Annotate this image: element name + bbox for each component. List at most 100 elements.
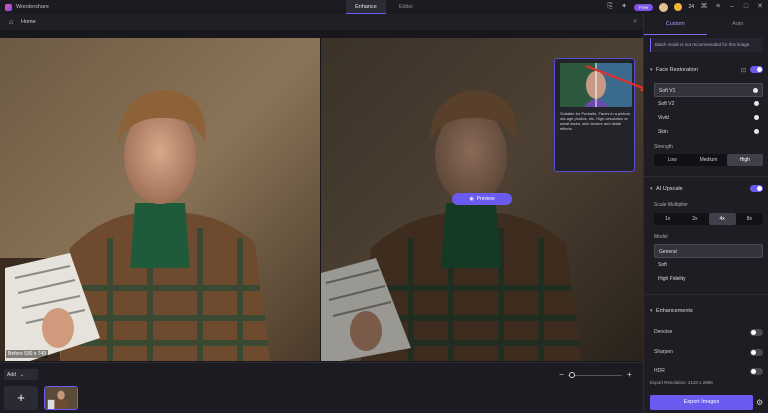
breadcrumb-bar: ⌂ Home ⌕: [0, 14, 643, 30]
hdr-label: HDR: [654, 368, 665, 374]
upscale-model-option[interactable]: High Fidelity: [654, 272, 763, 286]
upscale-model-option[interactable]: General: [654, 244, 763, 258]
face-restoration-title: Face Restoration: [656, 67, 698, 73]
export-resolution: Export Resolution: 2120 x 2996: [650, 380, 713, 385]
gift-icon[interactable]: ✦: [620, 3, 628, 11]
hdr-row: HDR: [654, 368, 763, 376]
tab-auto[interactable]: Auto: [707, 14, 768, 35]
zoom-slider-handle[interactable]: [569, 372, 575, 378]
scale-option[interactable]: 1x: [654, 213, 681, 225]
tooltip-description: Suitable for Portraits, Faces in a pictu…: [560, 111, 632, 131]
portrait-before-graphic: [0, 38, 320, 361]
tab-custom[interactable]: Custom: [644, 14, 707, 35]
face-model-option[interactable]: Soft V1: [654, 83, 763, 97]
scale-option[interactable]: 2x: [681, 213, 708, 225]
add-image-button[interactable]: +: [4, 386, 38, 410]
close-icon[interactable]: ✕: [756, 3, 764, 11]
app-name: Wondershare: [16, 4, 49, 10]
add-dropdown[interactable]: Add ⌄: [4, 369, 38, 380]
ai-upscale-header[interactable]: ▾ AI Upscale: [650, 184, 763, 194]
model-label: Model: [654, 234, 668, 240]
strength-selector: Low Medium High: [654, 154, 763, 166]
denoise-label: Denoise: [654, 329, 673, 335]
breadcrumb[interactable]: Home: [21, 19, 36, 25]
face-model-list: Soft V1 Soft V2 Vivid Skin: [654, 83, 763, 139]
panel-tabs: Custom Auto: [644, 14, 768, 35]
preview-label: Preview: [476, 196, 495, 202]
strength-option[interactable]: Medium: [690, 154, 726, 166]
mode-tabs: Enhance Editor: [346, 0, 426, 14]
option-label: Soft V2: [658, 101, 675, 107]
scale-multiplier-label: Scale Multiplier: [654, 202, 688, 208]
enhancements-header[interactable]: ▾ Enhancements: [650, 306, 763, 316]
app-window: Wondershare Enhance Editor ⎘ ✦ Free 24 ⌘…: [0, 0, 768, 413]
before-image: Before 530 x 749: [0, 38, 320, 361]
menu-icon[interactable]: ≡: [714, 3, 722, 11]
upscale-model-list: General Soft High Fidelity: [654, 244, 763, 286]
info-icon: [754, 129, 759, 134]
before-label: Before 530 x 749: [6, 350, 49, 358]
image-thumbnail[interactable]: [44, 386, 78, 410]
face-restoration-header[interactable]: ▾ Face Restoration ⊡: [650, 65, 763, 75]
denoise-row: Denoise: [654, 329, 763, 337]
info-icon: [754, 101, 759, 106]
denoise-toggle[interactable]: [750, 329, 763, 336]
zoom-out-button[interactable]: −: [559, 371, 564, 379]
scale-selector: 1x 2x 4x 8x: [654, 213, 763, 225]
add-dropdown-label: Add: [7, 371, 16, 378]
gear-icon[interactable]: ⚙: [756, 398, 763, 407]
eye-icon: ◉: [469, 196, 474, 202]
ai-upscale-toggle[interactable]: [750, 185, 763, 192]
ai-upscale-title: AI Upscale: [656, 186, 683, 192]
maximize-icon[interactable]: □: [742, 3, 750, 11]
home-icon[interactable]: ⌂: [9, 19, 16, 26]
info-icon: [753, 88, 758, 93]
divider: [644, 294, 768, 295]
zoom-slider-track[interactable]: [568, 375, 622, 376]
minimize-icon[interactable]: –: [728, 3, 736, 11]
chevron-down-icon: ⌄: [19, 371, 25, 378]
divider: [644, 176, 768, 177]
title-bar: Wondershare Enhance Editor ⎘ ✦ Free 24 ⌘…: [0, 0, 768, 14]
strength-option[interactable]: High: [726, 154, 763, 166]
gamepad-icon[interactable]: ⌘: [700, 3, 708, 11]
tooltip-example-image: [560, 63, 632, 107]
option-label: Vivid: [658, 115, 669, 121]
sharpen-label: Sharpen: [654, 349, 673, 355]
zoom-in-button[interactable]: +: [627, 371, 632, 379]
scale-option[interactable]: 8x: [736, 213, 763, 225]
face-model-option[interactable]: Vivid: [654, 111, 763, 125]
scale-option[interactable]: 4x: [708, 213, 736, 225]
tab-enhance[interactable]: Enhance: [346, 0, 386, 14]
strength-label: Strength: [654, 144, 673, 150]
option-label: Soft V1: [659, 88, 676, 94]
tab-editor[interactable]: Editor: [386, 0, 426, 14]
face-scan-icon[interactable]: ⊡: [741, 67, 746, 74]
avatar[interactable]: [659, 2, 669, 12]
app-logo-icon: [5, 3, 12, 11]
settings-panel: Custom Auto Batch mode is not recommende…: [643, 14, 768, 413]
hdr-toggle[interactable]: [750, 368, 763, 375]
strength-option[interactable]: Low: [654, 154, 690, 166]
face-restoration-tooltip: Suitable for Portraits, Faces in a pictu…: [554, 58, 635, 172]
search-icon[interactable]: ⌕: [633, 18, 637, 26]
compare-canvas: Before 530 x 749 ◉ Preview Suitable for …: [0, 30, 652, 362]
option-label: Skin: [658, 129, 668, 135]
export-button[interactable]: Export Images: [650, 395, 753, 410]
titlebar-actions: ⎘ ✦ Free 24 ⌘ ≡ – □ ✕: [606, 2, 764, 12]
plan-badge[interactable]: Free: [634, 3, 654, 11]
preview-button[interactable]: ◉ Preview: [452, 193, 512, 205]
face-model-option[interactable]: Soft V2: [654, 97, 763, 111]
batch-notice: Batch mode is not recommended for this i…: [650, 38, 763, 52]
face-restoration-toggle[interactable]: [750, 66, 763, 73]
copy-icon[interactable]: ⎘: [606, 3, 614, 11]
face-model-option[interactable]: Skin: [654, 125, 763, 139]
enhancements-title: Enhancements: [656, 308, 693, 314]
upscale-model-option[interactable]: Soft: [654, 258, 763, 272]
coin-icon: [674, 3, 683, 11]
credits-count: 24: [688, 4, 694, 10]
info-icon: [754, 115, 759, 120]
bottom-bar: Add ⌄ + − +: [0, 362, 643, 413]
sharpen-row: Sharpen: [654, 349, 763, 357]
sharpen-toggle[interactable]: [750, 349, 763, 356]
